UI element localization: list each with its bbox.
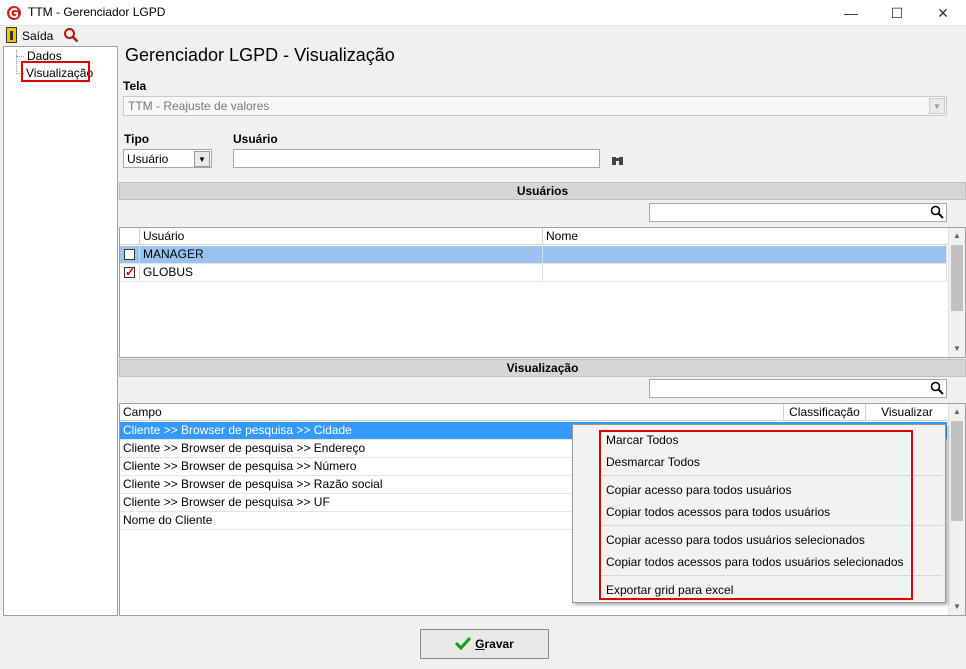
scroll-up-icon[interactable]: ▲ [949,228,965,244]
exit-button[interactable]: Saída [22,29,53,43]
window-title: TTM - Gerenciador LGPD [28,5,166,19]
binoculars-icon[interactable] [611,155,624,166]
minimize-button[interactable]: — [828,0,874,26]
tela-label: Tela [123,79,147,93]
table-row[interactable]: MANAGER [120,246,947,264]
toolbar [0,26,966,46]
col-header-nome[interactable]: Nome [543,228,949,245]
tipo-value: Usuário [127,152,169,166]
usuario-label: Usuário [233,132,278,146]
vertical-scrollbar[interactable]: ▲ ▼ [948,404,965,615]
search-icon[interactable] [63,27,79,43]
tipo-select[interactable]: Usuário ▼ [123,149,212,168]
header-checkbox-col [120,228,140,245]
tree-connector [16,56,24,57]
search-icon[interactable] [930,381,944,395]
scroll-up-icon[interactable]: ▲ [949,404,965,420]
row-checkbox-cell [120,246,140,264]
row-checkbox[interactable] [124,264,135,281]
chevron-down-icon[interactable]: ▼ [929,98,945,114]
cell-usuario: MANAGER [140,246,543,264]
col-header-usuario[interactable]: Usuário [140,228,543,245]
annotation-highlight-box [599,430,913,600]
col-header-campo[interactable]: Campo [120,404,784,421]
col-header-visualizar[interactable]: Visualizar [866,404,949,421]
annotation-highlight-box [21,61,90,82]
page-title: Gerenciador LGPD - Visualização [125,45,395,65]
grid-header: Usuário Nome [120,228,949,245]
visualizacao-section-header: Visualização [119,359,966,377]
usuarios-grid: Usuário Nome MANAGER GLOBUS ▲ ▼ [119,227,966,358]
visualizacao-search-input[interactable] [649,379,947,398]
scroll-thumb[interactable] [951,245,963,311]
checkmark-icon [455,636,472,651]
row-checkbox[interactable] [124,249,135,260]
vertical-scrollbar[interactable]: ▲ ▼ [948,228,965,357]
usuario-input[interactable] [233,149,600,168]
exit-door-icon[interactable] [6,27,17,43]
maximize-button[interactable]: ☐ [874,0,920,26]
app-logo-icon [7,6,21,20]
tela-value: TTM - Reajuste de valores [128,99,270,113]
col-header-classificacao[interactable]: Classificação [784,404,866,421]
save-button[interactable]: Gravar [420,629,549,659]
usuarios-search-input[interactable] [649,203,947,222]
usuarios-section-header: Usuários [119,182,966,200]
scroll-thumb[interactable] [951,421,963,521]
cell-nome [543,246,947,264]
tipo-label: Tipo [124,132,150,146]
scroll-down-icon[interactable]: ▼ [949,341,965,357]
tree-connector [16,50,17,74]
grid-header: Campo Classificação Visualizar [120,404,949,421]
scroll-down-icon[interactable]: ▼ [949,599,965,615]
row-checkbox-cell [120,264,140,282]
table-row[interactable]: GLOBUS [120,264,947,282]
cell-usuario: GLOBUS [140,264,543,282]
navigation-tree [3,46,118,616]
close-button[interactable]: ✕ [920,0,966,26]
save-label: ravar [484,637,514,651]
cell-nome [543,264,947,282]
chevron-down-icon[interactable]: ▼ [194,151,210,167]
search-icon[interactable] [930,205,944,219]
tela-select[interactable]: TTM - Reajuste de valores ▼ [123,96,947,116]
